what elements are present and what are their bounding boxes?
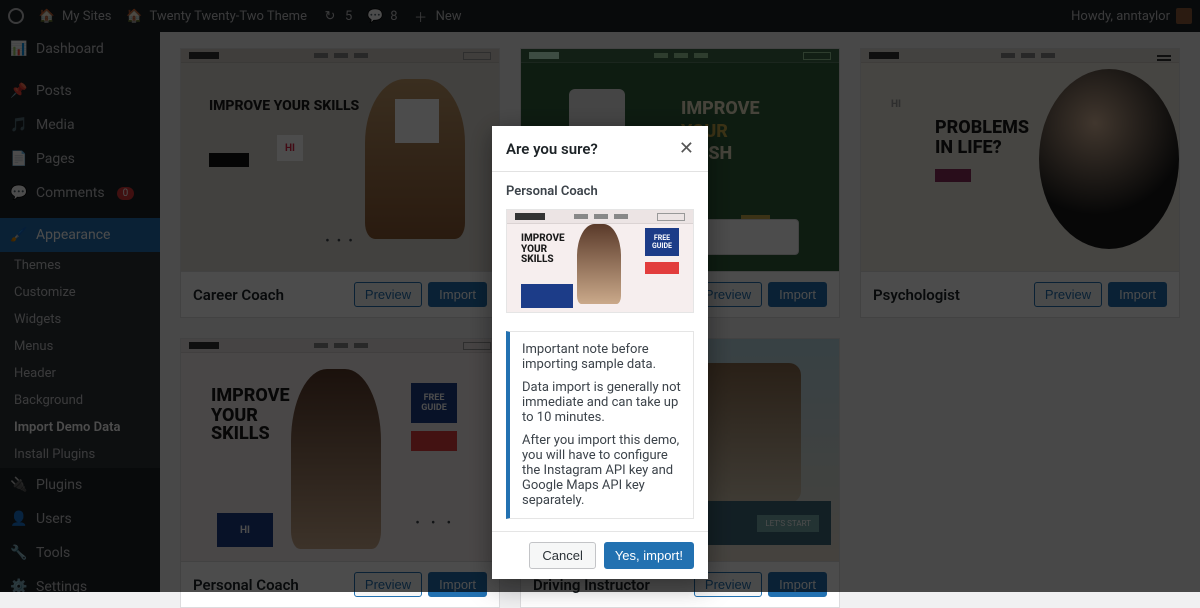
import-confirm-modal: Are you sure? ✕ Personal Coach IMPROVE Y… <box>492 126 708 579</box>
modal-preview-guide: FREE GUIDE <box>645 228 679 256</box>
modal-note-heading: Important note before importing sample d… <box>522 342 681 372</box>
confirm-import-button[interactable]: Yes, import! <box>604 542 694 569</box>
close-icon[interactable]: ✕ <box>679 138 694 159</box>
modal-note-p1: Data import is generally not immediate a… <box>522 380 681 425</box>
cancel-button[interactable]: Cancel <box>529 542 595 569</box>
modal-overlay[interactable]: Are you sure? ✕ Personal Coach IMPROVE Y… <box>0 0 1200 592</box>
modal-preview-hero: IMPROVE YOUR SKILLS <box>521 234 565 266</box>
modal-body: Personal Coach IMPROVE YOUR SKILLS FREE … <box>492 172 708 531</box>
modal-note: Important note before importing sample d… <box>506 331 694 519</box>
modal-preview: IMPROVE YOUR SKILLS FREE GUIDE <box>506 209 694 313</box>
modal-header: Are you sure? ✕ <box>492 126 708 172</box>
modal-footer: Cancel Yes, import! <box>492 531 708 579</box>
modal-title: Are you sure? <box>506 140 598 158</box>
modal-note-p2: After you import this demo, you will hav… <box>522 433 681 508</box>
modal-subtitle: Personal Coach <box>506 184 694 199</box>
